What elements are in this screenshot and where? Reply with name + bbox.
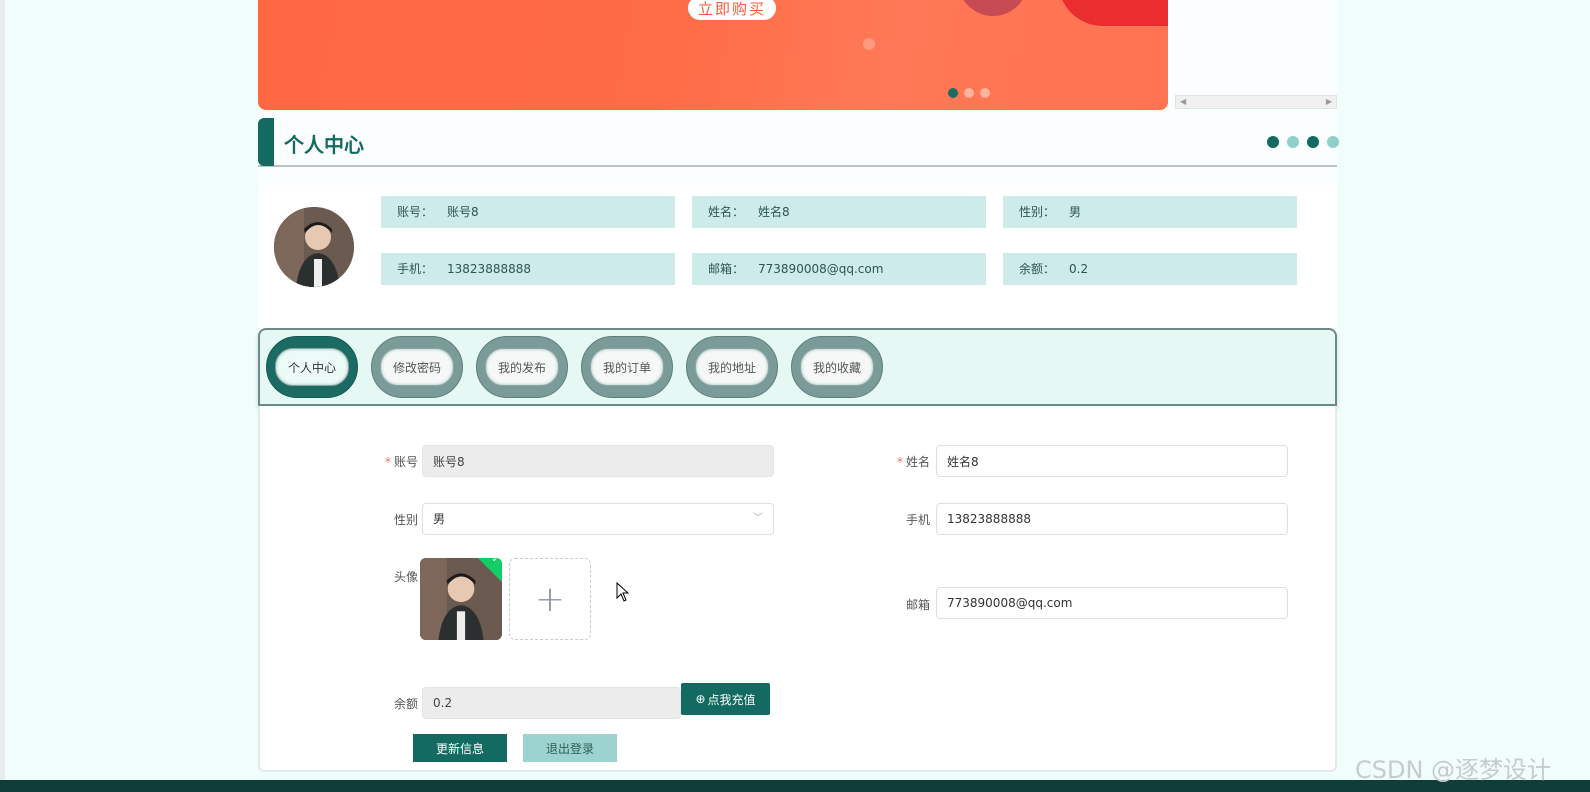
tab-my-favorites[interactable]: 我的收藏 [791, 336, 883, 398]
dot-icon [1307, 136, 1319, 148]
chevron-down-icon: ﹀ [753, 513, 763, 524]
avatar [274, 207, 354, 287]
info-account: 账号： 账号8 [381, 196, 675, 228]
info-email: 邮箱： 773890008@qq.com [692, 253, 986, 285]
check-icon: ✓ [491, 558, 500, 566]
tab-personal-center[interactable]: 个人中心 [266, 336, 358, 398]
tab-label: 修改密码 [380, 348, 454, 386]
scroll-left-icon[interactable]: ◀ [1180, 97, 1186, 106]
tab-label: 我的发布 [485, 348, 559, 386]
banner-carousel[interactable]: 立即购买 [258, 0, 1168, 110]
info-value: 账号8 [447, 205, 479, 219]
carousel-dot-3[interactable] [980, 88, 990, 98]
circle-plus-icon: ⊕ [695, 692, 706, 706]
profile-tabs: 个人中心 修改密码 我的发布 我的订单 我的地址 我的收藏 [258, 328, 1337, 406]
account-label: * 账号 [370, 453, 418, 470]
gender-selected-value: 男 [433, 512, 446, 526]
dot-icon [1327, 136, 1339, 148]
recharge-button[interactable]: ⊕ 点我充值 [681, 683, 770, 715]
info-label: 余额： [1019, 262, 1056, 276]
info-label: 姓名： [708, 205, 745, 219]
tab-label: 个人中心 [275, 348, 349, 386]
carousel-dot-2[interactable] [964, 88, 974, 98]
label-text: 姓名 [905, 455, 930, 469]
banner-bubble-small [863, 38, 875, 50]
info-balance: 余额： 0.2 [1003, 253, 1297, 285]
tab-change-password[interactable]: 修改密码 [371, 336, 463, 398]
name-field[interactable] [936, 445, 1288, 477]
gender-label: 性别 [393, 513, 418, 527]
window-left-edge [0, 0, 5, 792]
carousel-indicators[interactable] [948, 88, 990, 98]
avatar-upload-button[interactable]: + [509, 558, 591, 640]
tab-my-addresses[interactable]: 我的地址 [686, 336, 778, 398]
required-mark: * [896, 455, 903, 469]
tab-label: 我的地址 [695, 348, 769, 386]
avatar-label: 头像 [393, 570, 418, 584]
name-label: * 姓名 [882, 453, 930, 470]
email-field[interactable] [936, 587, 1288, 619]
info-value: 男 [1069, 205, 1082, 219]
tab-my-orders[interactable]: 我的订单 [581, 336, 673, 398]
profile-summary-card: 账号： 账号8 姓名： 姓名8 性别： 男 手机： 13823888888 邮箱： 773… [258, 185, 1337, 328]
balance-field [422, 687, 681, 719]
watermark-text: CSDN @逐梦设计 [1355, 756, 1552, 784]
footer-bar [0, 780, 1590, 792]
logout-button[interactable]: 退出登录 [523, 734, 617, 762]
scroll-right-icon[interactable]: ▶ [1326, 97, 1332, 106]
info-value: 13823888888 [447, 262, 531, 276]
buy-now-button[interactable]: 立即购买 [688, 0, 776, 20]
plus-icon: + [534, 578, 566, 620]
tab-label: 我的收藏 [800, 348, 874, 386]
info-value: 姓名8 [758, 205, 790, 219]
required-mark: * [384, 455, 391, 469]
dot-icon [1267, 136, 1279, 148]
decorative-dots [1267, 136, 1339, 148]
section-header: 个人中心 [258, 117, 1339, 167]
info-label: 邮箱： [708, 262, 745, 276]
label-text: 账号 [393, 455, 418, 469]
update-info-button[interactable]: 更新信息 [413, 734, 507, 762]
tab-label: 我的订单 [590, 348, 664, 386]
info-value: 773890008@qq.com [758, 262, 884, 276]
page-title: 个人中心 [284, 133, 364, 157]
uploaded-avatar-image[interactable]: ✓ [420, 558, 502, 640]
carousel-dot-1[interactable] [948, 88, 958, 98]
info-name: 姓名： 姓名8 [692, 196, 986, 228]
phone-field[interactable] [936, 503, 1288, 535]
info-phone: 手机： 13823888888 [381, 253, 675, 285]
info-label: 账号： [397, 205, 434, 219]
info-gender: 性别： 男 [1003, 196, 1297, 228]
section-accent-bar [258, 118, 274, 166]
info-value: 0.2 [1069, 262, 1089, 276]
info-label: 手机： [397, 262, 434, 276]
account-field [422, 445, 774, 477]
balance-label: 余额 [393, 697, 418, 711]
gender-select[interactable]: 男 ﹀ [422, 503, 774, 535]
dot-icon [1287, 136, 1299, 148]
horizontal-scrollbar[interactable]: ◀ ▶ [1175, 95, 1337, 109]
phone-label: 手机 [905, 513, 930, 527]
tab-my-posts[interactable]: 我的发布 [476, 336, 568, 398]
info-label: 性别： [1019, 205, 1056, 219]
recharge-button-label: 点我充值 [707, 692, 756, 707]
email-label: 邮箱 [905, 598, 930, 612]
